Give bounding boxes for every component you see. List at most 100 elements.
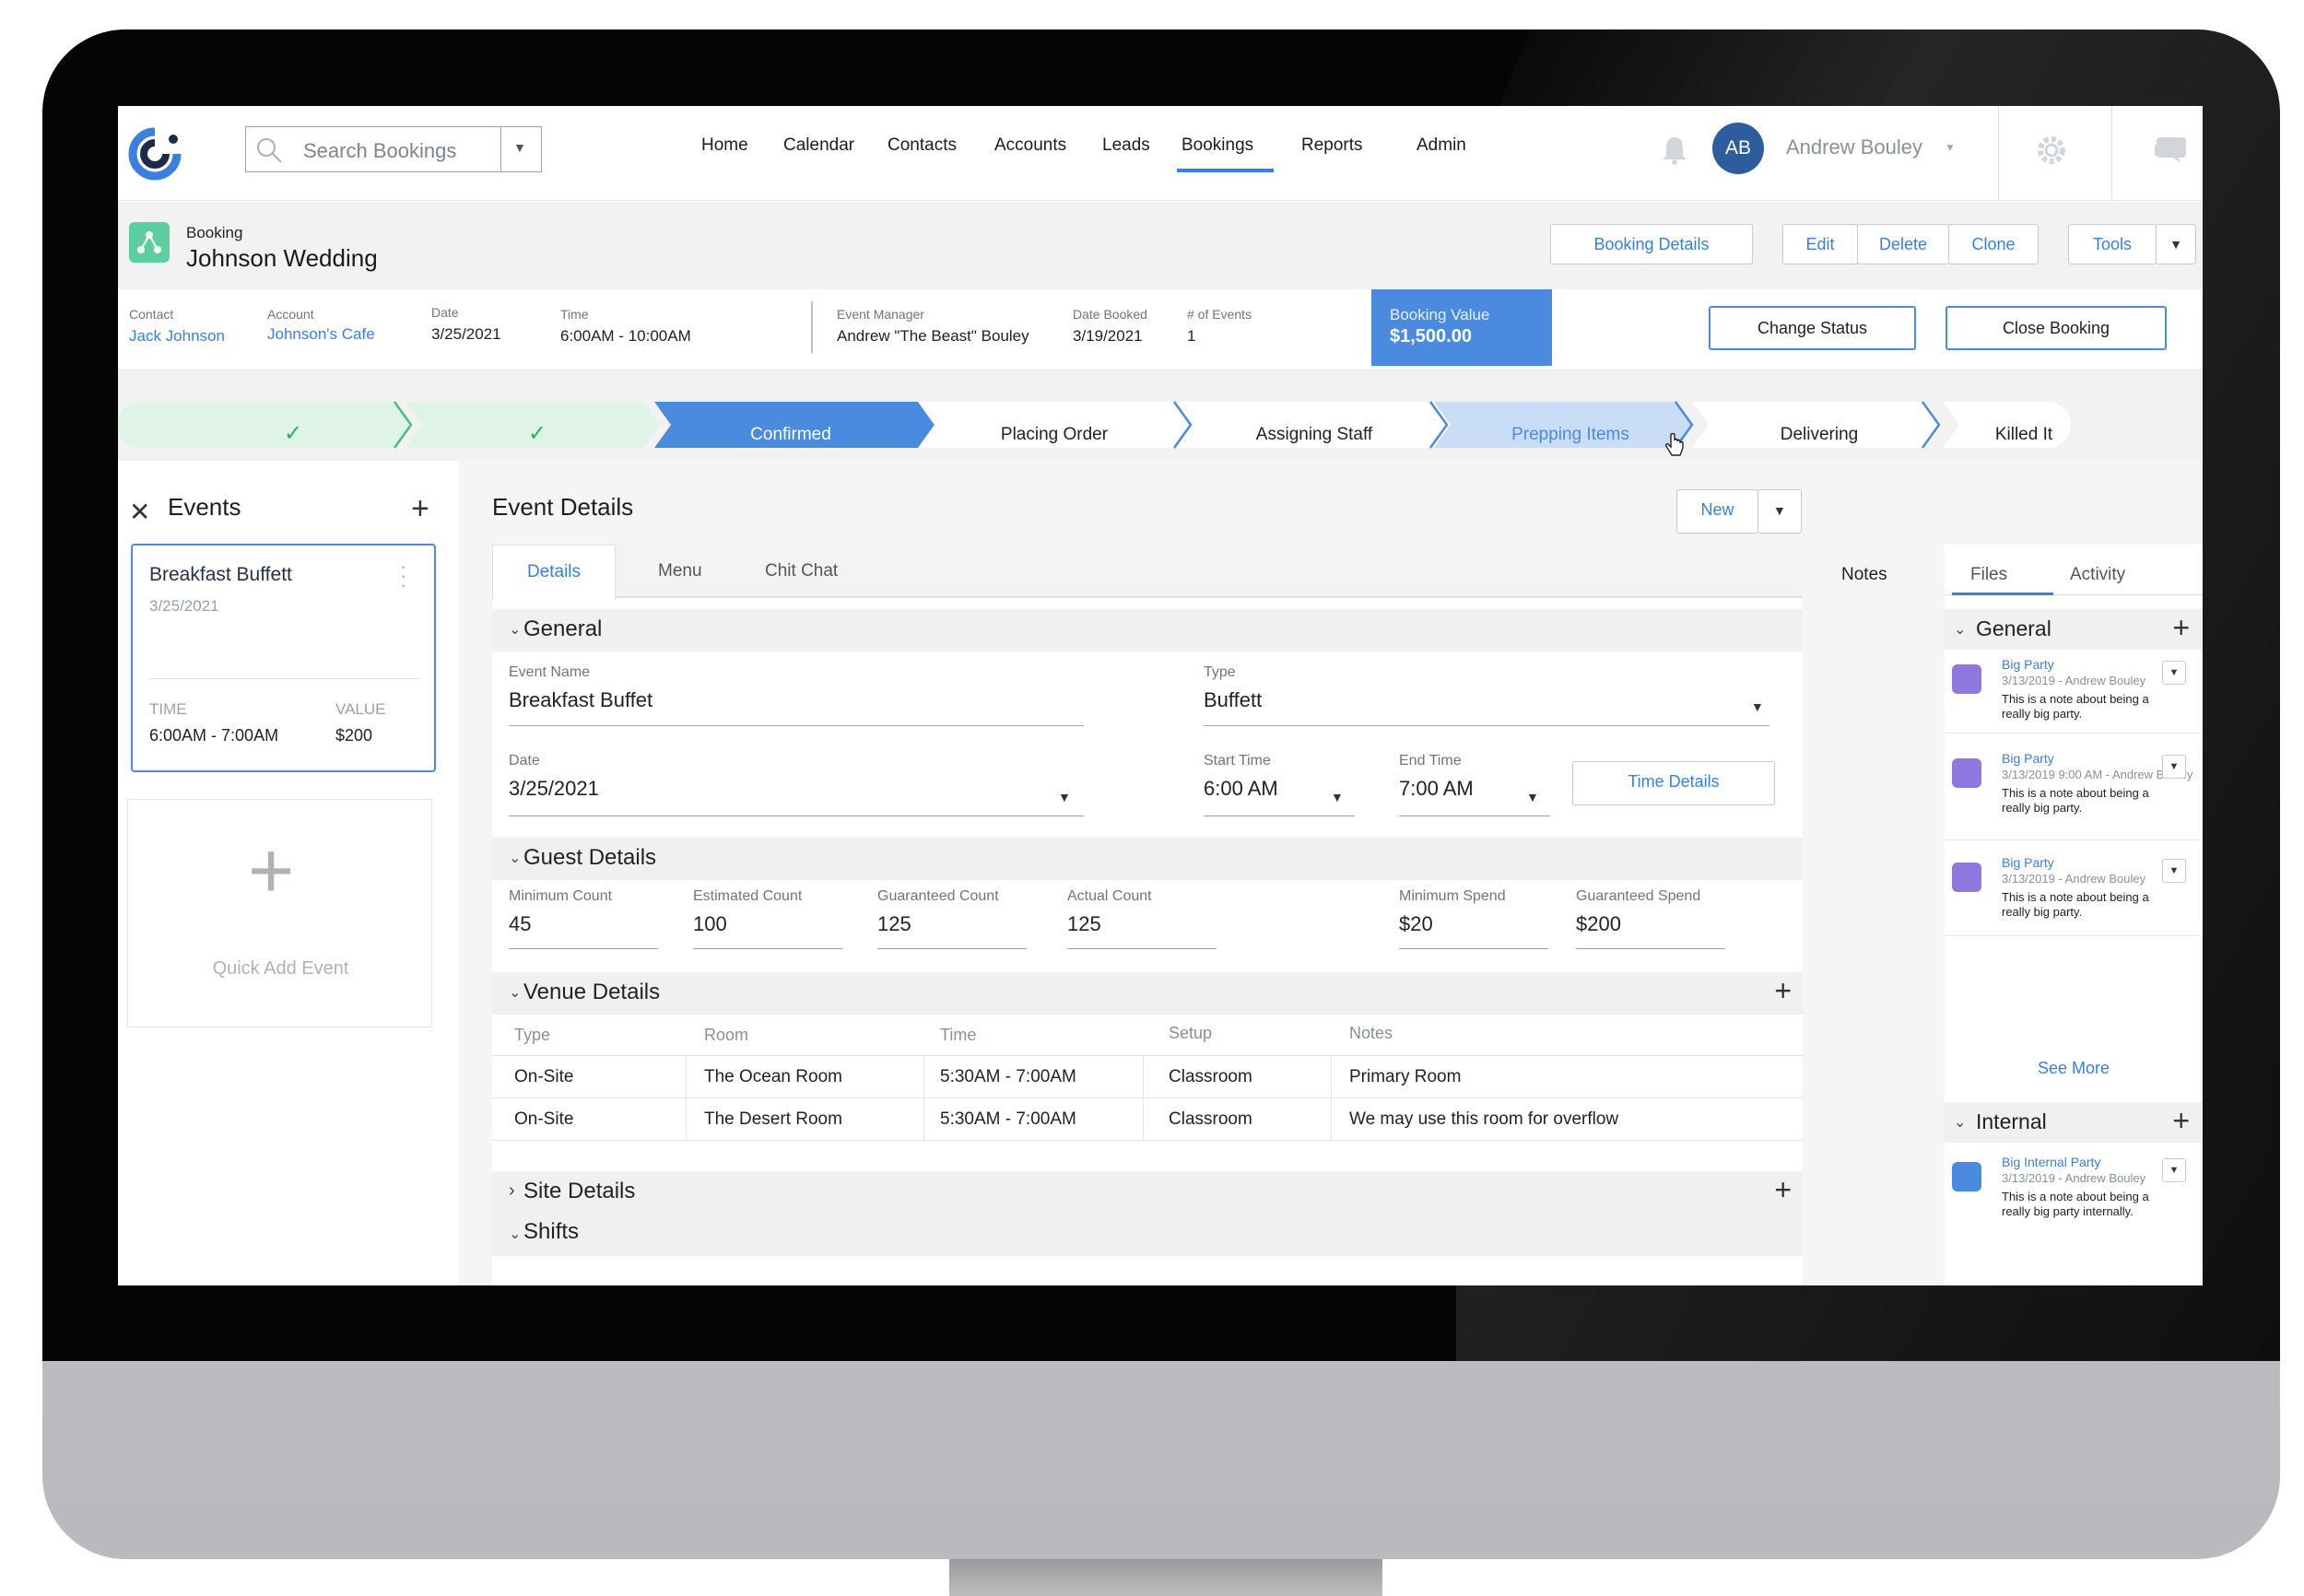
edit-button[interactable]: Edit: [1782, 224, 1858, 264]
new-button[interactable]: New: [1676, 489, 1758, 534]
booking-details-button[interactable]: Booking Details: [1550, 224, 1753, 264]
chevron-down-icon[interactable]: ▼: [1526, 790, 1539, 804]
see-more-link[interactable]: See More: [1945, 1059, 2203, 1078]
guaranteed-count-field[interactable]: 125: [877, 912, 911, 936]
path-step-assigning-staff[interactable]: Assigning Staff: [1194, 425, 1434, 445]
guaranteed-spend-field[interactable]: $200: [1576, 912, 1621, 936]
chevron-down-icon: ⌄: [509, 622, 522, 638]
chevron-down-icon[interactable]: ▼: [1751, 699, 1764, 714]
search-input[interactable]: Search Bookings: [303, 139, 456, 163]
record-type: Booking: [186, 224, 243, 241]
note-title[interactable]: Big Internal Party: [2002, 1155, 2100, 1169]
delete-button[interactable]: Delete: [1857, 224, 1949, 264]
bell-icon[interactable]: [1659, 134, 1690, 167]
path-step-confirmed[interactable]: Confirmed: [671, 425, 911, 445]
search-box[interactable]: Search Bookings ▼: [245, 126, 542, 172]
contact-link[interactable]: Jack Johnson: [129, 327, 225, 346]
chevron-right-icon: ›: [509, 1180, 515, 1201]
path-step-complete[interactable]: ✓: [491, 420, 583, 447]
chevron-down-icon[interactable]: ▼: [1945, 141, 1956, 154]
add-site-icon[interactable]: +: [1774, 1173, 1792, 1207]
nav-contacts[interactable]: Contacts: [888, 135, 957, 156]
chat-icon[interactable]: [2151, 134, 2188, 167]
nav-leads[interactable]: Leads: [1102, 135, 1150, 156]
event-name-field[interactable]: Breakfast Buffet: [509, 688, 652, 712]
chevron-down-icon[interactable]: ▼: [2162, 1158, 2186, 1182]
event-card[interactable]: Breakfast Buffett 3/25/2021 · · · TIME 6:0…: [131, 544, 436, 772]
change-status-button[interactable]: Change Status: [1709, 306, 1916, 350]
field-underline: [1204, 725, 1769, 726]
tools-button[interactable]: Tools: [2068, 224, 2157, 264]
end-time-field[interactable]: 7:00 AM: [1399, 777, 1474, 801]
path-step-complete[interactable]: ✓: [247, 420, 339, 447]
path-step-killed-it[interactable]: Killed It: [1959, 425, 2088, 445]
tab-menu[interactable]: Menu: [658, 561, 702, 581]
section-label: Site Details: [523, 1179, 636, 1203]
notes-general-section-header[interactable]: ⌄ General +: [1945, 609, 2203, 650]
close-booking-button[interactable]: Close Booking: [1945, 306, 2167, 350]
notes-internal-section-header[interactable]: ⌄ Internal +: [1945, 1102, 2203, 1143]
active-nav-indicator: [1177, 169, 1274, 172]
event-tabs: Details Menu Chit Chat: [492, 545, 1803, 600]
chevron-down-icon[interactable]: ▼: [1058, 790, 1071, 804]
guest-details-section-header[interactable]: ⌄ Guest Details: [492, 838, 1803, 880]
chevron-down-icon[interactable]: ▼: [2162, 661, 2186, 685]
chevron-down-icon[interactable]: ▼: [1331, 790, 1344, 804]
minimum-spend-field[interactable]: $20: [1399, 912, 1433, 936]
actual-count-field[interactable]: 125: [1067, 912, 1101, 936]
path-step-prepping-items[interactable]: Prepping Items: [1451, 425, 1690, 445]
note-title[interactable]: Big Party: [2002, 657, 2054, 672]
path-step-placing-order[interactable]: Placing Order: [935, 425, 1174, 445]
section-label: General: [1976, 616, 2051, 640]
chevron-down-icon[interactable]: ▼: [513, 140, 526, 155]
estimated-count-field[interactable]: 100: [693, 912, 727, 936]
gear-icon[interactable]: [2033, 132, 2070, 169]
path-step-delivering[interactable]: Delivering: [1709, 425, 1930, 445]
more-options-icon[interactable]: · · ·: [400, 557, 406, 595]
close-icon[interactable]: ✕: [129, 497, 150, 527]
nav-reports[interactable]: Reports: [1301, 135, 1363, 156]
chevron-down-icon[interactable]: ▼: [2162, 755, 2186, 779]
venue-time-cell: 5:30AM - 7:00AM: [940, 1109, 1076, 1129]
nav-home[interactable]: Home: [701, 135, 748, 156]
time-details-button[interactable]: Time Details: [1572, 761, 1775, 805]
nav-accounts[interactable]: Accounts: [994, 135, 1066, 156]
page-title: Johnson Wedding: [186, 244, 378, 272]
events-panel-title: Events: [168, 493, 241, 521]
account-link[interactable]: Johnson's Cafe: [267, 325, 375, 344]
tools-dropdown-button[interactable]: ▼: [2156, 224, 2196, 264]
chevron-down-icon[interactable]: ▼: [2162, 859, 2186, 883]
tab-notes[interactable]: Notes: [1841, 565, 1887, 585]
add-venue-icon[interactable]: +: [1774, 974, 1792, 1008]
date-field[interactable]: 3/25/2021: [509, 777, 599, 801]
add-event-icon[interactable]: +: [411, 491, 429, 527]
venue-details-section-header[interactable]: ⌄ Venue Details +: [492, 972, 1803, 1015]
tab-files[interactable]: Files: [1970, 565, 2007, 585]
start-time-field[interactable]: 6:00 AM: [1204, 777, 1278, 801]
tab-chit-chat[interactable]: Chit Chat: [765, 561, 838, 581]
tab-activity[interactable]: Activity: [2070, 565, 2125, 585]
add-note-icon[interactable]: +: [2172, 611, 2190, 645]
note-title[interactable]: Big Party: [2002, 751, 2054, 766]
active-tab-indicator: [1952, 593, 2053, 595]
note-title[interactable]: Big Party: [2002, 855, 2054, 870]
general-section-header[interactable]: ⌄ General: [492, 609, 1803, 651]
app-logo-icon[interactable]: [127, 126, 182, 182]
shifts-section-label[interactable]: Shifts: [523, 1219, 579, 1245]
add-internal-note-icon[interactable]: +: [2172, 1104, 2190, 1138]
minimum-count-field[interactable]: 45: [509, 912, 531, 936]
note-icon: [1952, 664, 1981, 694]
nav-bookings[interactable]: Bookings: [1181, 135, 1253, 156]
type-select[interactable]: Buffett: [1204, 688, 1262, 712]
note-body: This is a note about being a really big …: [2002, 1190, 2149, 1218]
date-field-label: Date: [509, 753, 540, 769]
new-dropdown-button[interactable]: ▼: [1757, 489, 1802, 534]
user-name[interactable]: Andrew Bouley: [1786, 135, 1922, 159]
avatar[interactable]: AB: [1712, 123, 1764, 174]
nav-admin[interactable]: Admin: [1416, 135, 1466, 156]
quick-add-event-card[interactable]: + Quick Add Event: [127, 799, 432, 1027]
nav-calendar[interactable]: Calendar: [783, 135, 854, 156]
site-details-section-header[interactable]: › Site Details + ⌄ Shifts: [492, 1171, 1803, 1256]
clone-button[interactable]: Clone: [1948, 224, 2039, 264]
tab-details[interactable]: Details: [492, 545, 616, 600]
